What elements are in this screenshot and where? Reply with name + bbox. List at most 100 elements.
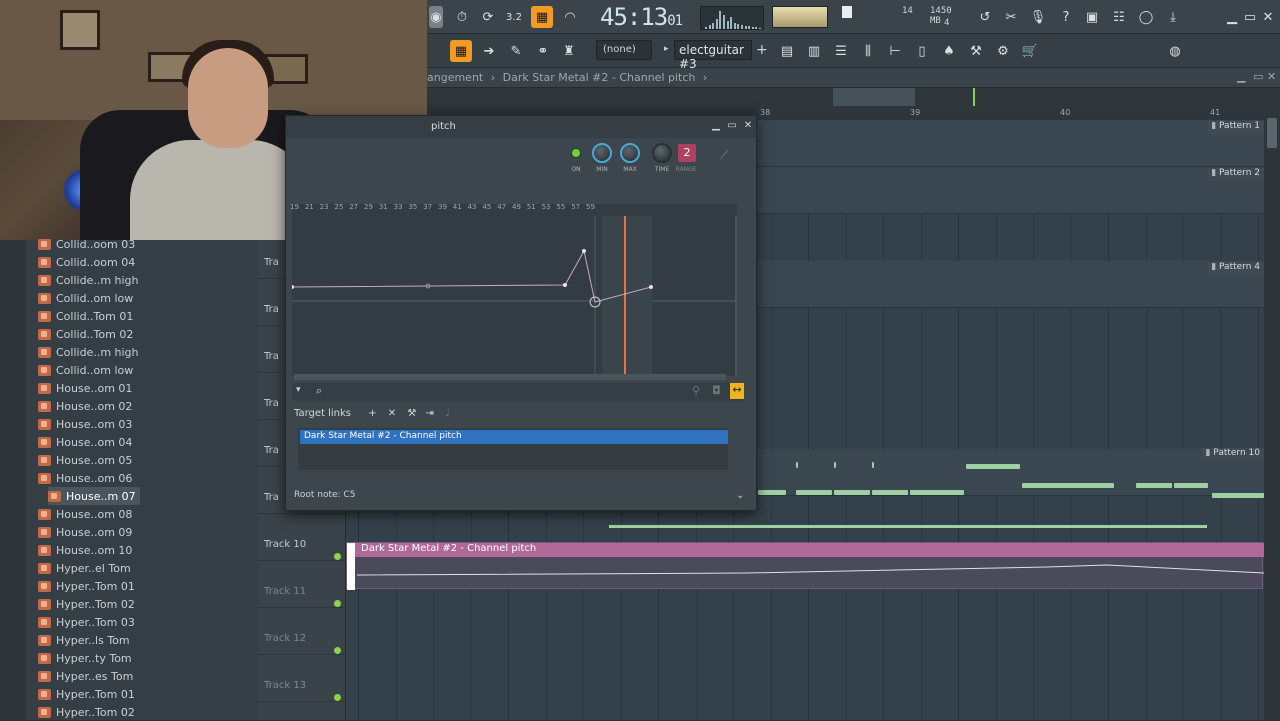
- browser-item[interactable]: House..om 02: [38, 397, 132, 415]
- track-header[interactable]: Track 12: [258, 609, 346, 655]
- step-edit-icon[interactable]: ▦: [531, 6, 553, 28]
- undo-icon[interactable]: ↺: [974, 6, 996, 28]
- long-note[interactable]: [609, 525, 1207, 528]
- chat-icon[interactable]: ◯: [1135, 6, 1157, 28]
- pencil-icon[interactable]: ✎: [505, 40, 527, 62]
- browser-item[interactable]: Collide..m high: [38, 343, 139, 361]
- browser-item[interactable]: Collid..oom 04: [38, 253, 135, 271]
- playlist-minimize-icon[interactable]: ▁: [1237, 70, 1245, 83]
- file-icon[interactable]: ▯: [911, 40, 933, 62]
- track-header[interactable]: Track 13: [258, 656, 346, 702]
- track-active-led[interactable]: [334, 553, 341, 560]
- on-led[interactable]: [571, 148, 581, 158]
- track-header[interactable]: Track 11: [258, 562, 346, 608]
- browser-item[interactable]: Hyper..ls Tom: [38, 631, 130, 649]
- piano-roll-icon[interactable]: ▥: [803, 40, 825, 62]
- track-header[interactable]: Track 10: [258, 515, 346, 561]
- mixer-icon[interactable]: ☷: [1108, 6, 1130, 28]
- track-active-led[interactable]: [334, 600, 341, 607]
- add-link-icon[interactable]: +: [368, 408, 376, 419]
- browser-item[interactable]: Hyper..el Tom: [38, 559, 131, 577]
- link-in-icon[interactable]: ⇥: [426, 408, 434, 419]
- playlist-restore-icon[interactable]: ▭: [1253, 70, 1263, 83]
- browser-item[interactable]: House..om 04: [38, 433, 132, 451]
- bell-icon[interactable]: ♩: [445, 408, 450, 419]
- tempo-icon[interactable]: ◉: [429, 6, 443, 28]
- minimize-icon[interactable]: ▁: [1224, 6, 1240, 28]
- tools-icon[interactable]: ⚙: [992, 40, 1014, 62]
- browser-item[interactable]: House..om 01: [38, 379, 132, 397]
- pattern-1-tag[interactable]: Pattern 1: [1207, 121, 1264, 134]
- range-value[interactable]: 2: [678, 144, 696, 162]
- browser-item[interactable]: House..om 09: [38, 523, 132, 541]
- browser-item[interactable]: Collide..m high: [38, 271, 139, 289]
- browser-item[interactable]: Collid..om low: [38, 289, 133, 307]
- automation-clip[interactable]: Dark Star Metal #2 - Channel pitch: [346, 542, 1264, 590]
- resize-arrows-icon[interactable]: ↔: [730, 383, 744, 399]
- mixer-view-icon[interactable]: ⫼: [857, 40, 879, 62]
- globe-icon[interactable]: ◍: [1164, 40, 1186, 62]
- target-link-item[interactable]: Dark Star Metal #2 - Channel pitch: [300, 430, 728, 444]
- note-block[interactable]: [910, 490, 964, 495]
- track-active-led[interactable]: [334, 647, 341, 654]
- attach-icon[interactable]: ⚲: [692, 384, 700, 397]
- blend-icon[interactable]: ◠: [559, 6, 581, 28]
- song-overview-scrollbar[interactable]: [427, 88, 1280, 106]
- countdown-icon[interactable]: 3.2: [503, 6, 525, 28]
- cut-icon[interactable]: ✂: [1000, 6, 1022, 28]
- browser-item[interactable]: Hyper..Tom 01: [38, 685, 135, 703]
- note-block[interactable]: [966, 464, 1020, 469]
- envelope-curve[interactable]: [292, 216, 737, 376]
- note-tick[interactable]: [834, 462, 836, 468]
- save-icon[interactable]: ▣: [1081, 6, 1103, 28]
- envelope-h-scroll[interactable]: [294, 374, 726, 380]
- note-block[interactable]: [758, 490, 786, 495]
- breadcrumb-arrangement[interactable]: angement: [427, 71, 483, 84]
- microphone-icon[interactable]: 🎙: [1027, 6, 1049, 28]
- wrench-icon[interactable]: ⚒: [407, 408, 416, 419]
- browser-view-icon[interactable]: ⊢: [884, 40, 906, 62]
- envelope-ruler[interactable]: 19 21 23 25 27 29 31 33 35 37 39 41 43 45 47 49 51 53 55 57…: [290, 203, 738, 215]
- browser-item[interactable]: House..om 10: [38, 541, 132, 559]
- scrollbar-thumb[interactable]: [1267, 118, 1277, 148]
- window-minimize-icon[interactable]: ▁: [710, 120, 722, 132]
- window-maximize-icon[interactable]: ▭: [726, 120, 738, 132]
- pattern-10-tag[interactable]: Pattern 10: [1201, 448, 1264, 461]
- playlist-close-icon[interactable]: ✕: [1267, 70, 1276, 83]
- browser-item[interactable]: House..m 07: [48, 487, 140, 505]
- shop-icon[interactable]: 🛒: [1019, 40, 1041, 62]
- metronome-icon[interactable]: ⏱: [451, 6, 473, 28]
- overview-thumb[interactable]: [833, 88, 915, 106]
- playlist-icon[interactable]: ▤: [776, 40, 798, 62]
- browser-item[interactable]: Hyper..Tom 02: [38, 595, 135, 613]
- browser-item[interactable]: Collid..Tom 02: [38, 325, 133, 343]
- arrow-icon[interactable]: ➔: [478, 40, 500, 62]
- envelope-icon[interactable]: ⟋: [720, 148, 728, 163]
- zoom-icon[interactable]: ⌕: [316, 384, 322, 398]
- automation-window-title[interactable]: pitch: [286, 116, 756, 138]
- browser-item[interactable]: Hyper..es Tom: [38, 667, 133, 685]
- track-active-led[interactable]: [334, 694, 341, 701]
- max-knob[interactable]: [620, 143, 640, 163]
- expand-chevron-icon[interactable]: ⌄: [736, 490, 744, 501]
- note-tick[interactable]: [796, 462, 798, 468]
- add-pattern-button[interactable]: +: [756, 42, 768, 58]
- browser-item[interactable]: House..om 06: [38, 469, 132, 487]
- window-close-icon[interactable]: ✕: [742, 120, 754, 132]
- pattern-select[interactable]: (none): [596, 40, 652, 60]
- link-icon[interactable]: ⚭: [532, 40, 554, 62]
- note-tick[interactable]: [872, 462, 874, 468]
- pattern-2-tag[interactable]: Pattern 2: [1207, 168, 1264, 181]
- note-block[interactable]: [872, 490, 908, 495]
- remove-link-icon[interactable]: ✕: [388, 408, 396, 419]
- track-name-field[interactable]: electguitar #3: [674, 40, 752, 71]
- loop-record-icon[interactable]: ⟳: [477, 6, 499, 28]
- min-knob[interactable]: [592, 143, 612, 163]
- note-block[interactable]: [1212, 493, 1264, 498]
- browser-item[interactable]: Hyper..Tom 01: [38, 577, 135, 595]
- track-arrow-icon[interactable]: ▸: [664, 44, 669, 54]
- browser-item[interactable]: House..om 03: [38, 415, 132, 433]
- browser-item[interactable]: Collid..om low: [38, 361, 133, 379]
- breadcrumb-path[interactable]: Dark Star Metal #2 - Channel pitch: [503, 71, 696, 84]
- lock-icon[interactable]: ◘: [712, 384, 721, 397]
